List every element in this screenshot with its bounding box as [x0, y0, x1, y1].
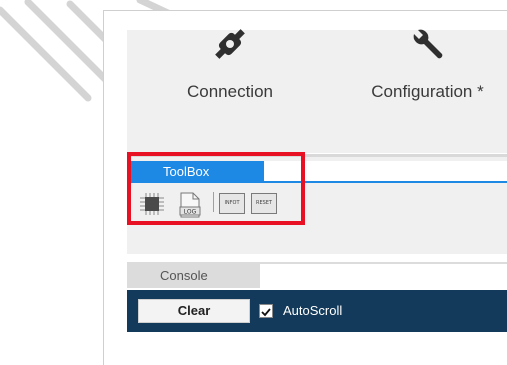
check-icon — [261, 308, 271, 317]
tab-console[interactable]: Console — [160, 268, 208, 283]
ribbon-item-label: Configuration * — [371, 82, 484, 101]
ribbon-item-label: Connection — [186, 82, 273, 101]
autoscroll-checkbox[interactable] — [259, 304, 273, 318]
ribbon-item-connection[interactable]: Connection — [160, 0, 300, 123]
wrench-icon — [408, 24, 448, 69]
ribbon-item-configuration[interactable]: Configuration * — [355, 0, 500, 123]
clear-button[interactable]: Clear — [138, 299, 250, 323]
autoscroll-label: AutoScroll — [283, 303, 343, 318]
console-input[interactable] — [260, 264, 507, 288]
highlight-box — [127, 152, 305, 225]
plug-icon — [210, 24, 250, 69]
